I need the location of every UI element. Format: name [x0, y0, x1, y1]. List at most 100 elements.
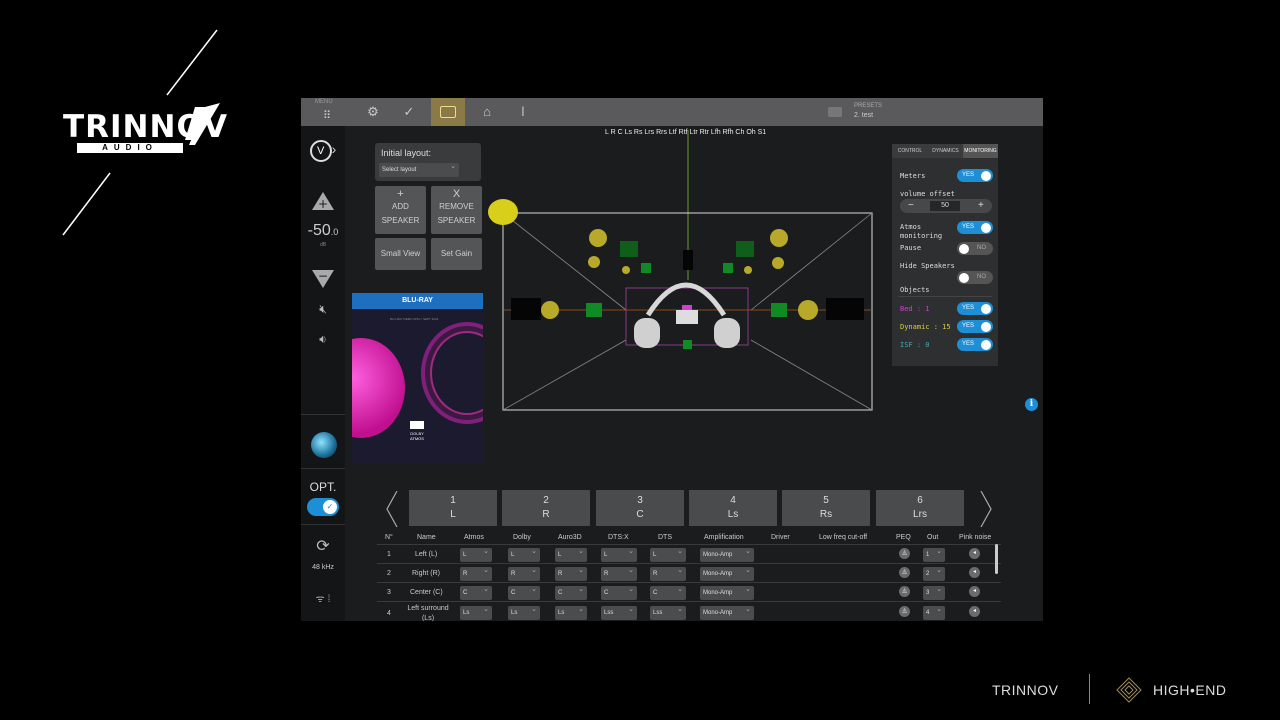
pink-noise-speaker-icon[interactable]: ◂: [969, 606, 980, 617]
volume-offset-label: volume offset: [900, 190, 955, 198]
layout-select[interactable]: Select layout: [379, 160, 459, 177]
out-select[interactable]: 2: [923, 564, 945, 581]
table-scrollbar[interactable]: [995, 544, 998, 574]
tab-dynamics[interactable]: DYNAMICS: [928, 144, 963, 158]
volume-value: -50: [307, 222, 331, 239]
dolby-select[interactable]: C: [508, 583, 540, 600]
channel-tab-5[interactable]: 5 Rs: [782, 490, 870, 526]
dynamic-toggle[interactable]: YES: [957, 320, 993, 333]
amplification-select[interactable]: Mono-Amp: [700, 603, 754, 620]
out-select[interactable]: 1: [923, 545, 945, 562]
dtsx-select[interactable]: L: [601, 545, 637, 562]
plus-button[interactable]: +: [978, 199, 984, 213]
info-icon[interactable]: i: [1025, 398, 1038, 411]
out-select[interactable]: 4: [923, 603, 945, 620]
mute-icon[interactable]: 🔇︎: [301, 302, 345, 317]
volume-down-button[interactable]: −: [312, 270, 334, 288]
peq-icon[interactable]: ◬: [899, 586, 910, 597]
channel-name: R: [542, 509, 550, 520]
dts-select[interactable]: R: [650, 564, 686, 581]
channel-tab-6[interactable]: 6 Lrs: [876, 490, 964, 526]
add-speaker-button[interactable]: + ADD SPEAKER: [375, 186, 426, 234]
dtsx-select[interactable]: R: [601, 564, 637, 581]
auro3d-select[interactable]: R: [555, 564, 587, 581]
trinnov-logo: TRINNOV AUDIO: [55, 25, 230, 240]
opt-toggle[interactable]: ✓: [307, 498, 339, 516]
add-label: ADD: [392, 202, 409, 211]
chevron-left-icon[interactable]: [385, 491, 399, 527]
channel-tab-1[interactable]: 1L: [409, 490, 497, 526]
channel-tab-3[interactable]: 3C: [596, 490, 684, 526]
cover-caption: BLU-RAY DEMO DISC | SEPT 2024: [390, 317, 439, 321]
channel-tab-2[interactable]: 2R: [502, 490, 590, 526]
sync-icon[interactable]: ⟳: [301, 536, 345, 556]
col-header-atmos: Atmos: [464, 534, 484, 541]
pause-toggle[interactable]: NO: [957, 242, 993, 255]
tab-control[interactable]: CONTROL: [892, 144, 928, 158]
folder-icon[interactable]: [828, 107, 842, 117]
dts-select[interactable]: C: [650, 583, 686, 600]
tab-speaker-layout[interactable]: [431, 98, 465, 126]
out-select[interactable]: 3: [923, 583, 945, 600]
peq-icon[interactable]: ◬: [899, 567, 910, 578]
app-window: MENU ⠿ ⚙ ✓ ⌂ ǀ PRESETS 2. test L R C Ls …: [301, 98, 1043, 621]
dim-volume-icon[interactable]: 🔉︎: [301, 332, 345, 347]
dtsx-select[interactable]: Lss: [601, 603, 637, 620]
minus-button[interactable]: −: [908, 199, 914, 213]
chevron-right-icon[interactable]: [979, 491, 993, 527]
auro3d-select[interactable]: L: [555, 545, 587, 562]
dts-select[interactable]: Lss: [650, 603, 686, 620]
atmos-select[interactable]: L: [460, 545, 492, 562]
microphone-icon[interactable]: ǀ: [511, 102, 535, 122]
auro3d-select[interactable]: C: [555, 583, 587, 600]
remove-label-2: SPEAKER: [437, 216, 476, 225]
hide-speakers-toggle[interactable]: NO: [957, 271, 993, 284]
settings-gear-icon[interactable]: ⚙: [361, 102, 385, 122]
dolby-select[interactable]: Ls: [508, 603, 540, 620]
pink-noise-speaker-icon[interactable]: ◂: [969, 548, 980, 559]
pink-noise-speaker-icon[interactable]: ◂: [969, 586, 980, 597]
meters-toggle[interactable]: YES: [957, 169, 993, 182]
dolby-select[interactable]: L: [508, 545, 540, 562]
col-header-dolby: Dolby: [513, 534, 531, 541]
pink-noise-speaker-icon[interactable]: ◂: [969, 567, 980, 578]
set-gain-button[interactable]: Set Gain: [431, 238, 482, 270]
bed-toggle[interactable]: YES: [957, 302, 993, 315]
atmos-select[interactable]: R: [460, 564, 492, 581]
row-name: Left (L): [415, 551, 438, 558]
atmos-select[interactable]: C: [460, 583, 492, 600]
small-view-button[interactable]: Small View: [375, 238, 426, 270]
add-symbol: +: [397, 188, 404, 200]
channel-num: 1: [450, 495, 456, 506]
preset-name[interactable]: 2. test: [854, 112, 873, 119]
col-header-name: Name: [417, 534, 436, 541]
channel-tab-4[interactable]: 4 Ls: [689, 490, 777, 526]
amplification-select[interactable]: Mono-Amp: [700, 583, 754, 600]
peq-icon[interactable]: ◬: [899, 606, 910, 617]
isf-toggle[interactable]: YES: [957, 338, 993, 351]
atmos-select[interactable]: Ls: [460, 603, 492, 620]
remove-speaker-button[interactable]: X REMOVE SPEAKER: [431, 186, 482, 234]
dtsx-select[interactable]: C: [601, 583, 637, 600]
volume-offset-value[interactable]: 50: [930, 201, 960, 211]
speaker-room-view[interactable]: [486, 130, 886, 430]
atmos-monitoring-toggle[interactable]: YES: [957, 221, 993, 234]
volume-offset-stepper[interactable]: − 50 +: [900, 199, 992, 213]
dts-select[interactable]: L: [650, 545, 686, 562]
tab-monitoring[interactable]: MONITORING: [963, 144, 998, 158]
auro3d-select[interactable]: Ls: [555, 603, 587, 620]
volume-up-button[interactable]: +: [312, 192, 334, 210]
sample-rate: 48 kHz: [312, 564, 334, 571]
dolby-select[interactable]: R: [508, 564, 540, 581]
trinnov-v-logo-button[interactable]: V ›: [301, 140, 345, 162]
amplification-select[interactable]: Mono-Amp: [700, 545, 754, 562]
menu-grid-icon[interactable]: ⠿: [315, 106, 339, 126]
source-icon[interactable]: [311, 432, 337, 458]
room-icon[interactable]: ⌂: [475, 102, 499, 122]
remove-label: REMOVE: [439, 202, 474, 211]
peq-icon[interactable]: ◬: [899, 548, 910, 559]
check-icon[interactable]: ✓: [397, 102, 421, 122]
volume-readout: -50.0: [301, 222, 345, 240]
col-header-pink-noise: Pink noise: [959, 534, 992, 541]
amplification-select[interactable]: Mono-Amp: [700, 564, 754, 581]
